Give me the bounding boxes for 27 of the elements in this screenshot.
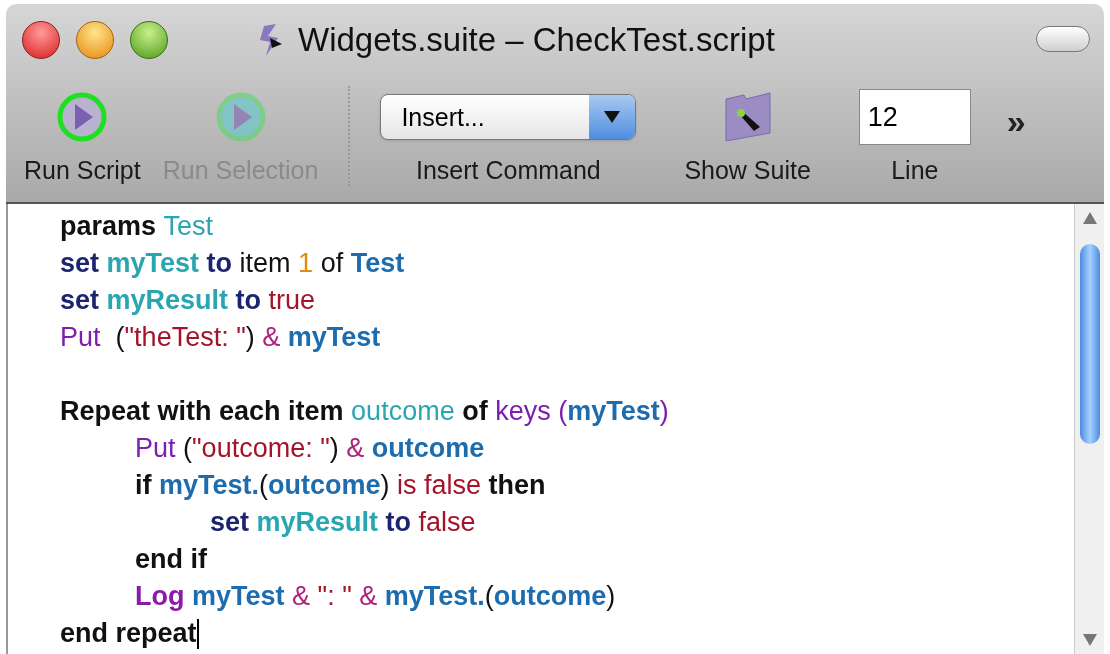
zoom-button[interactable]: [130, 21, 168, 59]
code-line: set myResult to false: [210, 506, 476, 539]
code-line: end if: [135, 543, 207, 576]
scroll-thumb[interactable]: [1079, 244, 1100, 444]
toolbar-label: Line: [891, 155, 939, 186]
code-line: set myTest to item 1 of Test: [60, 247, 405, 280]
toolbar-toggle-button[interactable]: [1036, 26, 1090, 52]
code-line: Put ("theTest: ") & myTest: [60, 321, 381, 354]
code-line: Repeat with each item outcome of keys (myTest): [60, 395, 669, 428]
scroll-down-icon[interactable]: [1082, 634, 1097, 646]
code-line: if myTest.(outcome) is false then: [135, 469, 546, 502]
code-line: params Test: [60, 210, 214, 243]
toolbar-label: Run Script: [24, 155, 141, 186]
minimize-button[interactable]: [76, 21, 114, 59]
code-line: end repeat: [60, 617, 197, 650]
insert-dropdown[interactable]: Insert...: [380, 94, 637, 140]
scroll-up-icon[interactable]: [1082, 212, 1097, 224]
toolbar-label: Show Suite: [684, 155, 811, 186]
caret-icon: [604, 111, 621, 123]
code-line: set myResult to true: [60, 284, 316, 317]
toolbar-label: Insert Command: [415, 155, 601, 186]
code-line: Put ("outcome: ") & outcome: [135, 432, 485, 465]
close-button[interactable]: [22, 21, 60, 59]
code-line: Log myTest & ": " & myTest.(outcome): [135, 580, 616, 613]
line-field[interactable]: 12: [858, 89, 971, 145]
window-title: Widgets.suite – CheckTest.script: [298, 20, 775, 61]
overflow-button[interactable]: »: [1006, 104, 1026, 138]
